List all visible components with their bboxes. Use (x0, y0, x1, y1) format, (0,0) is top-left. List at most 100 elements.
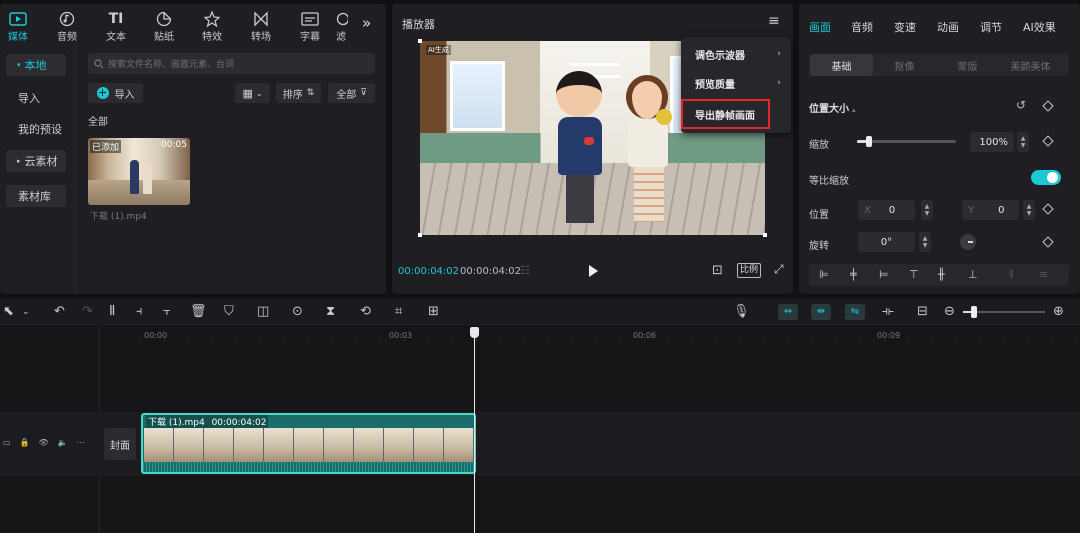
tab-effects[interactable]: 特效 (189, 10, 235, 43)
playhead-handle[interactable] (470, 327, 479, 338)
reverse-icon[interactable]: ⊙ (292, 305, 303, 319)
boy-body (558, 117, 602, 175)
undo-icon[interactable]: ↶ (54, 305, 65, 319)
delete-icon[interactable]: 🗑 (190, 305, 207, 319)
menu-item-preview-quality[interactable]: 预览质量 › (683, 69, 789, 97)
freeze-frame-icon[interactable]: ◫ (257, 305, 269, 319)
align-top-icon[interactable]: ⊤ (909, 268, 919, 281)
rotation-stepper[interactable]: ▲ ▼ (919, 232, 931, 252)
subtab-mask[interactable]: 蒙版 (936, 54, 999, 76)
tab-audio[interactable]: 音频 (44, 10, 90, 43)
ratio-button[interactable]: 比例 (737, 263, 762, 278)
crop-icon[interactable]: ⌗ (395, 305, 402, 319)
subtab-beauty[interactable]: 美颜美体 (999, 54, 1062, 76)
scale-slider[interactable] (857, 136, 956, 147)
tab-adjust[interactable]: 调节 (980, 19, 1002, 35)
keyframe-position-icon[interactable] (1042, 203, 1054, 215)
split-left-icon[interactable]: ⫞ (136, 305, 143, 319)
tab-speed[interactable]: 变速 (894, 19, 916, 35)
align-bottom-icon[interactable]: ⊥ (968, 268, 978, 281)
timecode-mode-icon[interactable]: ☷ (520, 264, 530, 277)
image-edit-icon[interactable]: ⊞ (428, 305, 439, 319)
rotation-dial[interactable] (960, 234, 976, 250)
media-search[interactable]: 搜索文件名称、画面元素、台词 (88, 53, 375, 74)
sort-button[interactable]: 排序 ⇅ (276, 83, 321, 103)
track-lock-icon[interactable]: 🔒 (20, 438, 30, 447)
scale-input[interactable]: 100% (970, 132, 1014, 152)
tab-text[interactable]: TI 文本 (93, 10, 139, 43)
view-mode-button[interactable]: ▦ ⌄ (235, 83, 270, 103)
track-visibility-icon[interactable]: 👁 (39, 438, 49, 447)
media-clip-thumbnail[interactable]: 已添加 00:05 (88, 138, 190, 205)
filter-button[interactable]: 全部 ⊽ (328, 83, 375, 103)
uniform-scale-toggle[interactable] (1031, 170, 1061, 185)
select-tool-icon[interactable]: ⬉ (3, 305, 14, 319)
subtab-basic[interactable]: 基础 (810, 54, 873, 76)
align-hcenter-icon[interactable]: ╪ (850, 268, 857, 281)
linkage-button[interactable]: ⇋ (845, 304, 865, 320)
track-video-icon[interactable]: ▭ (3, 438, 11, 447)
distribute-v-icon[interactable]: ≡ (1039, 268, 1048, 281)
menu-item-scope[interactable]: 调色示波器 › (683, 40, 789, 68)
menu-item-export-still[interactable]: 导出静帧画面 (681, 99, 770, 129)
align-vcenter-icon[interactable]: ╫ (938, 268, 945, 281)
fit-view-icon[interactable]: ⊡ (712, 263, 723, 278)
zoom-slider[interactable] (963, 306, 1045, 318)
distribute-h-icon[interactable]: ⫴ (1009, 268, 1014, 282)
marker-icon[interactable]: ⛉ (224, 305, 234, 319)
position-x-stepper[interactable]: ▲ ▼ (921, 200, 933, 220)
tab-media[interactable]: 媒体 (0, 10, 41, 43)
track-more-icon[interactable]: ⋯ (77, 438, 85, 447)
import-button[interactable]: + 导入 (88, 83, 143, 103)
keyframe-section-icon[interactable] (1042, 100, 1054, 112)
rotate-icon[interactable]: ⟲ (360, 305, 371, 319)
align-right-icon[interactable]: ⊨ (879, 268, 889, 281)
mirror-icon[interactable]: ⧗ (326, 305, 335, 319)
tab-subtitle[interactable]: 字幕 (287, 10, 333, 43)
player-menu-icon[interactable]: ≡ (768, 13, 780, 29)
more-tabs-icon[interactable]: » (362, 14, 371, 32)
sidebar-item-local[interactable]: ▾ 本地 (6, 54, 66, 76)
frame-handle-br[interactable] (763, 233, 767, 237)
select-tool-dropdown-icon[interactable]: ⌄ (22, 305, 30, 319)
tab-filter[interactable]: 滤 (330, 10, 352, 43)
zoom-out-icon[interactable]: ⊖ (944, 305, 955, 319)
reset-icon[interactable]: ↺ (1016, 98, 1026, 112)
scale-slider-knob[interactable] (865, 136, 872, 147)
scale-stepper[interactable]: ▲ ▼ (1017, 132, 1029, 152)
fullscreen-icon[interactable]: ⤢ (774, 262, 784, 277)
zoom-slider-knob[interactable] (971, 306, 977, 318)
tab-picture[interactable]: 画面 (809, 19, 831, 35)
tab-animation[interactable]: 动画 (937, 19, 959, 35)
position-y-input[interactable]: Y 0 (962, 200, 1019, 220)
tab-audio-props[interactable]: 音频 (851, 19, 873, 35)
cover-button[interactable]: 封面 (104, 428, 136, 460)
preview-axis-icon[interactable]: ⟛ (882, 305, 894, 319)
tab-transition[interactable]: 转场 (238, 10, 284, 43)
rotation-input[interactable]: 0° (858, 232, 915, 252)
split-icon[interactable]: Ⅱ (109, 305, 115, 319)
main-track-magnet-button[interactable]: ⇔ (778, 304, 798, 320)
position-y-stepper[interactable]: ▲ ▼ (1023, 200, 1035, 220)
position-x-input[interactable]: X 0 (858, 200, 915, 220)
frame-handle-tl[interactable] (418, 39, 422, 43)
sidebar-item-presets[interactable]: 我的预设 (6, 118, 66, 140)
play-button[interactable] (589, 265, 598, 277)
align-left-icon[interactable]: ⊫ (819, 268, 829, 281)
redo-icon[interactable]: ↷ (82, 305, 93, 319)
tab-sticker[interactable]: 贴纸 (141, 10, 187, 43)
split-right-icon[interactable]: ⫟ (163, 305, 171, 319)
microphone-icon[interactable]: 🎙 (733, 305, 750, 319)
keyframe-scale-icon[interactable] (1042, 135, 1054, 147)
tab-ai-effects[interactable]: AI效果 (1023, 19, 1056, 35)
sidebar-item-library[interactable]: 素材库 (6, 185, 66, 207)
subtab-cutout[interactable]: 抠像 (873, 54, 936, 76)
track-audio-icon[interactable]: 🔈 (58, 438, 68, 447)
screen-preview-icon[interactable]: ⊟ (917, 305, 928, 319)
frame-handle-bl[interactable] (418, 233, 422, 237)
zoom-in-icon[interactable]: ⊕ (1053, 305, 1064, 319)
auto-snap-button[interactable]: ⇹ (811, 304, 831, 320)
sidebar-item-cloud[interactable]: ▸ 云素材 (6, 150, 66, 172)
keyframe-rotation-icon[interactable] (1042, 236, 1054, 248)
sidebar-item-import[interactable]: 导入 (6, 87, 66, 109)
